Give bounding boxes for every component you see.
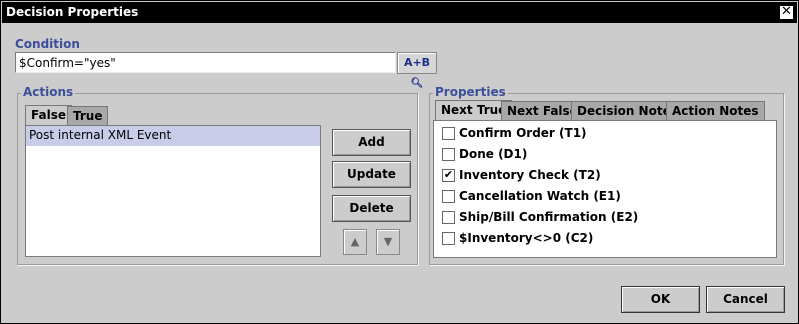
- checkbox[interactable]: [442, 189, 455, 203]
- close-button[interactable]: ✕: [779, 5, 794, 20]
- option-inventory-check[interactable]: ✔ Inventory Check (T2): [442, 166, 601, 184]
- arrow-up-icon: ▲: [350, 235, 360, 248]
- option-label: Inventory Check (T2): [459, 168, 601, 182]
- move-up-button[interactable]: ▲: [343, 229, 367, 255]
- option-label: $Inventory<>0 (C2): [459, 231, 594, 245]
- window-title: Decision Properties: [6, 5, 139, 19]
- add-button[interactable]: Add: [332, 129, 411, 156]
- option-label: Confirm Order (T1): [459, 126, 587, 140]
- option-done[interactable]: Done (D1): [442, 145, 527, 163]
- option-label: Cancellation Watch (E1): [459, 189, 621, 203]
- arrow-down-icon: ▼: [383, 235, 393, 248]
- checkbox[interactable]: [442, 231, 455, 245]
- move-down-button[interactable]: ▼: [376, 229, 400, 255]
- checkbox-checked[interactable]: ✔: [442, 167, 455, 182]
- decision-properties-dialog: Decision Properties ✕ Condition A+B 🔍︎ Ac…: [0, 0, 799, 324]
- properties-panel: Confirm Order (T1) Done (D1) ✔ Inventory…: [433, 120, 777, 258]
- checkbox[interactable]: [442, 210, 455, 224]
- expression-builder-label: A+B: [403, 56, 431, 69]
- checkbox[interactable]: [442, 147, 455, 161]
- magnifier-icon: 🔍︎: [410, 78, 424, 89]
- list-item[interactable]: Post internal XML Event: [26, 126, 320, 146]
- condition-label: Condition: [15, 37, 80, 51]
- delete-button[interactable]: Delete: [332, 195, 411, 222]
- tab-true[interactable]: True: [67, 106, 109, 125]
- ok-button[interactable]: OK: [621, 286, 700, 313]
- option-inventory-condition[interactable]: $Inventory<>0 (C2): [442, 229, 593, 247]
- expression-builder-button[interactable]: A+B 🔍︎: [397, 52, 437, 89]
- option-ship-bill-confirmation[interactable]: Ship/Bill Confirmation (E2): [442, 208, 638, 226]
- cancel-button[interactable]: Cancel: [706, 286, 785, 313]
- option-label: Ship/Bill Confirmation (E2): [459, 210, 639, 224]
- checkmark-icon: ✔: [443, 167, 454, 181]
- properties-label: Properties: [433, 85, 508, 99]
- option-confirm-order[interactable]: Confirm Order (T1): [442, 124, 587, 142]
- title-bar: Decision Properties ✕: [2, 2, 797, 23]
- option-cancellation-watch[interactable]: Cancellation Watch (E1): [442, 187, 621, 205]
- tab-false[interactable]: False: [25, 105, 72, 125]
- tab-action-notes[interactable]: Action Notes: [666, 101, 765, 120]
- checkbox[interactable]: [442, 126, 455, 140]
- condition-input[interactable]: [15, 52, 396, 73]
- actions-list[interactable]: Post internal XML Event: [25, 125, 321, 257]
- update-button[interactable]: Update: [332, 161, 411, 188]
- option-label: Done (D1): [459, 147, 528, 161]
- actions-label: Actions: [21, 85, 76, 99]
